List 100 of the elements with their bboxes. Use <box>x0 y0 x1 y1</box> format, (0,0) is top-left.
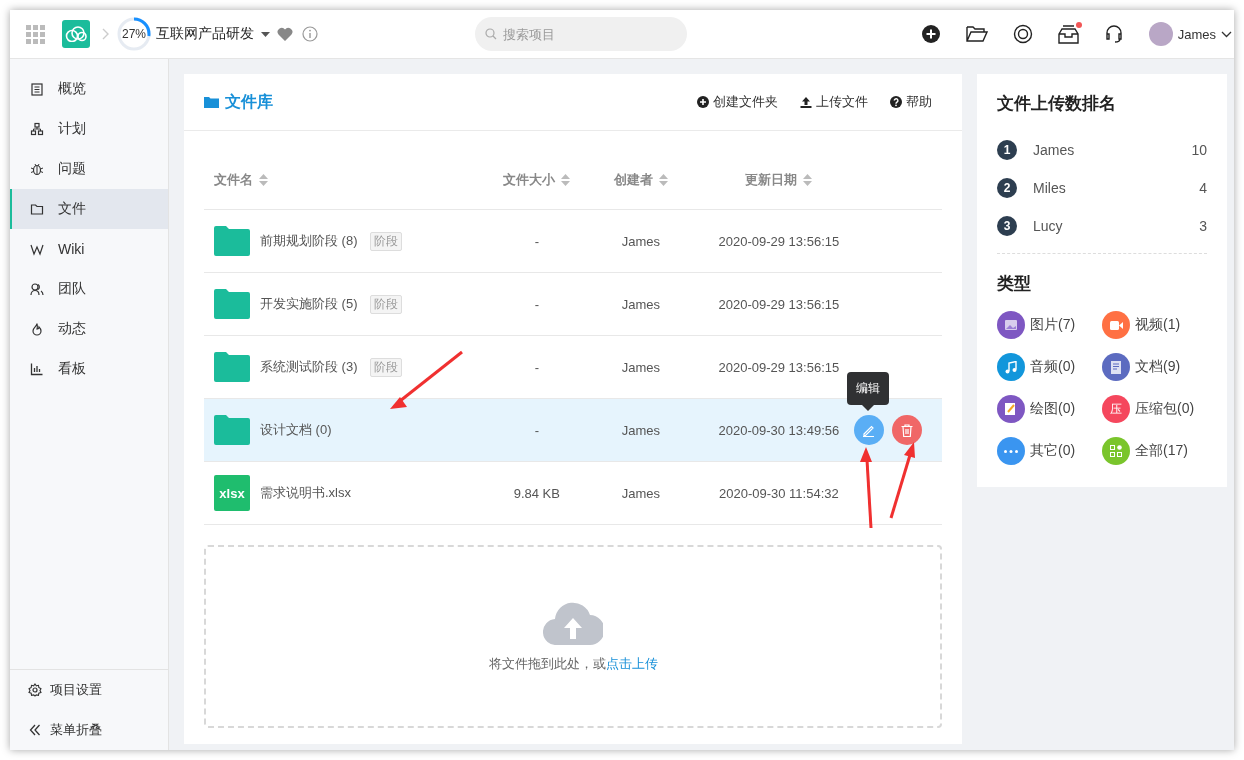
rank-badge: 1 <box>997 140 1017 160</box>
heart-icon[interactable] <box>277 27 293 41</box>
sidebar-item[interactable]: 菜单折叠 <box>10 710 168 750</box>
sort-icon[interactable] <box>803 174 813 186</box>
upload-count: 10 <box>1191 142 1207 158</box>
upload-dropzone[interactable]: 将文件拖到此处，或点击上传 <box>204 545 942 728</box>
overview-icon <box>30 82 44 96</box>
sidebar-item[interactable]: 文件 <box>10 189 168 229</box>
chevron-right-icon <box>102 28 109 40</box>
sort-icon[interactable] <box>658 174 668 186</box>
app-grid-icon[interactable] <box>26 24 45 44</box>
plan-icon <box>30 122 44 136</box>
rank-badge: 2 <box>997 178 1017 198</box>
update-date: 2020-09-30 13:49:56 <box>718 422 840 438</box>
edit-button[interactable] <box>853 415 884 445</box>
folder-icon <box>214 289 250 319</box>
progress-text: 27% <box>122 27 146 41</box>
document-icon <box>1111 360 1121 374</box>
stage-tag: 阶段 <box>369 231 402 251</box>
headset-icon[interactable] <box>1103 24 1124 44</box>
file-size: 9.84 KB <box>513 485 560 501</box>
update-date: 2020-09-29 13:56:15 <box>718 359 840 375</box>
column-header[interactable]: 更新日期 <box>745 171 798 189</box>
file-type-filter[interactable]: 视频(1) <box>1102 311 1207 339</box>
toolbar-button[interactable]: 上传文件 <box>800 93 868 111</box>
sidebar-item[interactable]: 动态 <box>10 309 168 349</box>
folder-icon <box>204 96 219 108</box>
file-name[interactable]: 开发实施阶段 (5) <box>260 295 358 313</box>
chevron-down-icon <box>1221 30 1232 38</box>
file-name[interactable]: 设计文档 (0) <box>260 421 332 439</box>
file-type-filter[interactable]: 绘图(0) <box>997 395 1102 423</box>
search-icon <box>485 28 498 40</box>
file-size: - <box>534 296 539 312</box>
sidebar-item[interactable]: Wiki <box>10 229 168 269</box>
project-name[interactable]: 互联网产品研发 <box>156 25 254 43</box>
file-type-filter[interactable]: 文档(9) <box>1102 353 1207 381</box>
more-icon <box>1004 449 1018 453</box>
sidebar-item[interactable]: 计划 <box>10 109 168 149</box>
app-logo[interactable] <box>62 20 90 48</box>
inbox-icon[interactable] <box>1057 24 1079 44</box>
file-name[interactable]: 需求说明书.xlsx <box>260 484 351 502</box>
user-menu[interactable]: James <box>1148 22 1232 46</box>
lifebuoy-icon[interactable] <box>1012 24 1033 44</box>
avatar <box>1148 22 1173 46</box>
sidebar-item[interactable]: 概览 <box>10 69 168 109</box>
folder-icon <box>214 352 250 382</box>
sort-icon[interactable] <box>259 174 268 186</box>
dropzone-text: 将文件拖到此处，或点击上传 <box>488 654 658 673</box>
rank-badge: 3 <box>997 216 1017 236</box>
upload-icon <box>800 96 812 108</box>
creator-name: James <box>621 359 660 375</box>
uploader-name: Lucy <box>1033 218 1063 234</box>
column-header[interactable]: 文件大小 <box>503 171 556 189</box>
file-type-filter[interactable]: 其它(0) <box>997 437 1102 465</box>
pencil-icon <box>862 423 876 437</box>
update-date: 2020-09-29 13:56:15 <box>718 233 840 249</box>
settings-icon <box>28 683 42 697</box>
video-camera-icon <box>1109 320 1123 330</box>
upload-count: 4 <box>1199 180 1207 196</box>
search-field[interactable]: 搜索项目 <box>475 17 688 51</box>
folder-icon <box>214 415 250 445</box>
folder-icon <box>30 202 44 216</box>
caret-icon[interactable] <box>261 31 270 37</box>
file-type-filter[interactable]: 压 压缩包(0) <box>1102 395 1207 423</box>
delete-button[interactable] <box>891 415 922 445</box>
cloud-upload-icon <box>543 600 603 645</box>
sidebar-item[interactable]: 看板 <box>10 349 168 389</box>
double-chevron-left-icon <box>28 723 42 737</box>
upload-count: 3 <box>1199 218 1207 234</box>
add-icon[interactable] <box>920 24 941 44</box>
file-name[interactable]: 系统测试阶段 (3) <box>260 358 358 376</box>
info-icon[interactable] <box>302 26 318 42</box>
chart-icon <box>30 362 44 376</box>
file-name[interactable]: 前期规划阶段 (8) <box>260 232 358 250</box>
trash-icon <box>900 423 913 437</box>
uploader-name: James <box>1033 142 1075 158</box>
column-header[interactable]: 创建者 <box>613 171 653 189</box>
file-type-filter[interactable]: 图片(7) <box>997 311 1102 339</box>
creator-name: James <box>621 485 660 501</box>
wiki-icon <box>30 242 44 256</box>
column-header[interactable]: 文件名 <box>214 171 253 189</box>
sort-icon[interactable] <box>561 174 571 186</box>
stage-tag: 阶段 <box>369 294 402 314</box>
music-note-icon <box>1005 360 1017 374</box>
spreadsheet-icon: xlsx <box>214 475 250 511</box>
sidebar-item[interactable]: 项目设置 <box>10 670 168 710</box>
stage-tag: 阶段 <box>369 357 402 377</box>
types-title: 类型 <box>997 273 1032 295</box>
file-type-filter[interactable]: 全部(17) <box>1102 437 1207 465</box>
library-title: 文件库 <box>225 91 273 112</box>
tooltip: 编辑 <box>846 372 889 411</box>
folder-icon[interactable] <box>965 25 988 43</box>
drawing-pad-icon <box>1005 403 1017 415</box>
creator-name: James <box>621 422 660 438</box>
toolbar-button[interactable]: 创建文件夹 <box>697 93 778 111</box>
file-type-filter[interactable]: 音频(0) <box>997 353 1102 381</box>
upload-link[interactable]: 点击上传 <box>605 655 658 671</box>
sidebar-item[interactable]: 问题 <box>10 149 168 189</box>
sidebar-item[interactable]: 团队 <box>10 269 168 309</box>
toolbar-button[interactable]: 帮助 <box>890 93 932 111</box>
